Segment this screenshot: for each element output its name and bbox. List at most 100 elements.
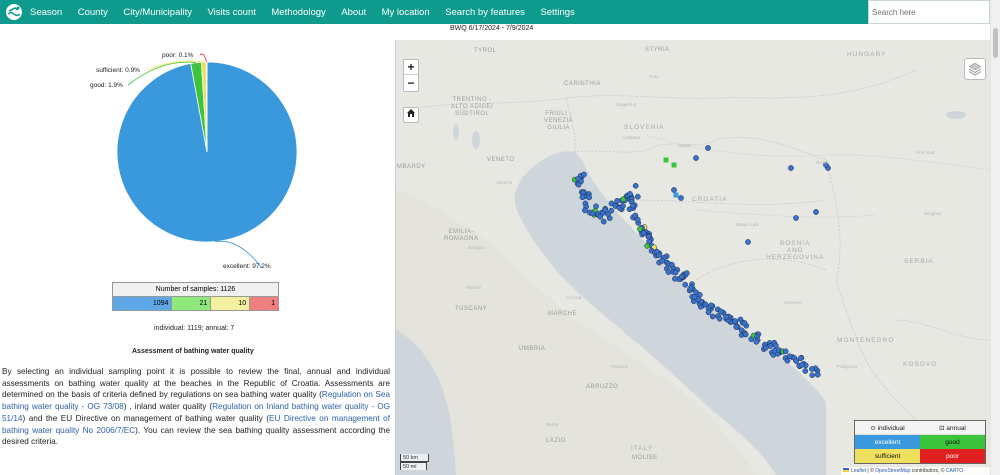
zoom-in-button[interactable]: + xyxy=(404,60,418,75)
sampling-point-marker[interactable] xyxy=(630,202,636,209)
sampling-point-marker[interactable] xyxy=(640,230,647,236)
sampling-point-marker[interactable] xyxy=(809,366,815,372)
sampling-point-marker[interactable] xyxy=(586,194,592,201)
sampling-point-marker[interactable] xyxy=(691,294,698,301)
annual-point-marker[interactable] xyxy=(673,192,679,198)
sampling-point-marker[interactable] xyxy=(745,239,751,245)
annual-point-marker[interactable] xyxy=(671,162,677,168)
sampling-point-marker[interactable] xyxy=(797,355,804,362)
sampling-point-marker[interactable] xyxy=(645,233,652,240)
samples-poor: 1 xyxy=(249,296,279,311)
region-emilia: EMILIA- ROMAGNA xyxy=(444,229,479,242)
sampling-point-marker[interactable] xyxy=(723,313,729,320)
nav-methodology[interactable]: Methodology xyxy=(271,7,325,18)
sampling-point-marker[interactable] xyxy=(741,320,748,326)
home-button[interactable] xyxy=(403,107,419,123)
legend-sufficient[interactable]: sufficient xyxy=(855,449,920,463)
region-molise: MOLISE xyxy=(632,455,658,461)
sampling-point-marker[interactable] xyxy=(646,238,653,245)
sampling-point-marker[interactable] xyxy=(788,165,794,171)
map-legend: ⊙ individual ⊡ annual excellent good suf… xyxy=(854,420,986,464)
sampling-point-marker[interactable] xyxy=(614,198,620,204)
sampling-point-marker[interactable] xyxy=(578,178,584,185)
sampling-point-marker[interactable] xyxy=(802,368,809,374)
sampling-point-marker[interactable] xyxy=(659,257,666,264)
sampling-point-marker[interactable] xyxy=(813,209,819,215)
legend-annual-toggle[interactable]: ⊡ annual xyxy=(920,421,985,435)
nav-visits-count[interactable]: Visits count xyxy=(207,7,255,18)
sampling-point-marker[interactable] xyxy=(742,331,749,338)
sampling-point-marker[interactable] xyxy=(708,302,714,309)
nav-city-municipality[interactable]: City/Municipality xyxy=(123,7,192,18)
sampling-point-marker[interactable] xyxy=(784,357,791,364)
sampling-point-marker[interactable] xyxy=(582,207,588,214)
attribution-sep-2: contributors, © xyxy=(910,468,946,474)
sampling-point-marker[interactable] xyxy=(637,226,643,232)
sampling-point-marker[interactable] xyxy=(705,145,711,151)
sampling-point-marker[interactable] xyxy=(678,273,685,280)
annual-point-marker[interactable] xyxy=(663,157,669,163)
sampling-point-marker[interactable] xyxy=(632,182,639,189)
sampling-point-marker[interactable] xyxy=(665,269,672,275)
search-input[interactable] xyxy=(868,0,990,24)
legend-excellent[interactable]: excellent xyxy=(855,435,920,449)
sampling-point-marker[interactable] xyxy=(579,194,586,201)
sampling-point-marker[interactable] xyxy=(620,203,626,209)
city-banja-luka: Banja Luka xyxy=(736,222,759,227)
nav-search-by-features[interactable]: Search by features xyxy=(445,7,525,18)
nav-season[interactable]: Season xyxy=(30,7,62,18)
sampling-point-marker[interactable] xyxy=(683,270,690,276)
legend-individual-toggle[interactable]: ⊙ individual xyxy=(855,421,920,435)
leaflet-link[interactable]: Leaflet xyxy=(851,468,866,474)
sampling-point-marker[interactable] xyxy=(718,308,724,315)
sampling-point-marker[interactable] xyxy=(782,348,789,355)
carto-link[interactable]: CARTO xyxy=(946,468,963,474)
legend-poor[interactable]: poor xyxy=(920,449,985,463)
sampling-point-marker[interactable] xyxy=(672,269,679,276)
page-scrollbar[interactable] xyxy=(990,0,1000,475)
sampling-point-marker[interactable] xyxy=(682,281,689,288)
pie-label-excellent: excellent: 97.2% xyxy=(223,263,271,270)
osm-link[interactable]: OpenStreetMap xyxy=(875,468,910,474)
layers-button[interactable] xyxy=(964,58,986,80)
nav-about[interactable]: About xyxy=(341,7,366,18)
sampling-point-marker[interactable] xyxy=(634,193,641,200)
pie-slice-poor[interactable] xyxy=(206,61,208,153)
sampling-point-marker[interactable] xyxy=(634,216,641,223)
sampling-point-marker[interactable] xyxy=(716,315,723,322)
sampling-point-marker[interactable] xyxy=(581,171,587,178)
swimmer-logo-icon[interactable] xyxy=(5,2,23,22)
sampling-point-marker[interactable] xyxy=(600,218,607,225)
sampling-point-marker[interactable] xyxy=(763,344,769,351)
sampling-point-marker[interactable] xyxy=(687,285,694,292)
zoom-out-button[interactable]: − xyxy=(404,76,418,91)
sampling-point-marker[interactable] xyxy=(671,187,677,193)
legend-good[interactable]: good xyxy=(920,435,985,449)
sampling-point-marker[interactable] xyxy=(593,203,599,210)
sampling-point-marker[interactable] xyxy=(809,372,816,379)
sampling-point-marker[interactable] xyxy=(655,252,662,259)
nav-my-location[interactable]: My location xyxy=(382,7,430,18)
sampling-point-marker[interactable] xyxy=(605,211,611,217)
sampling-point-marker[interactable] xyxy=(753,338,760,345)
sampling-point-marker[interactable] xyxy=(672,275,678,282)
sampling-point-marker[interactable] xyxy=(732,318,739,324)
sampling-point-marker[interactable] xyxy=(668,261,675,268)
nav-county[interactable]: County xyxy=(78,7,108,18)
sampling-point-marker[interactable] xyxy=(693,155,699,161)
sampling-point-marker[interactable] xyxy=(678,195,684,201)
nav-settings[interactable]: Settings xyxy=(540,7,574,18)
sampling-point-marker[interactable] xyxy=(589,210,596,217)
sampling-point-marker[interactable] xyxy=(733,324,740,330)
sampling-point-marker[interactable] xyxy=(793,215,799,221)
sampling-point-marker[interactable] xyxy=(702,301,709,308)
sampling-point-marker[interactable] xyxy=(709,313,716,320)
region-friuli: FRIULI - VENEZIA GIULIA xyxy=(544,111,574,131)
country-kosovo: KOSOVO xyxy=(903,361,938,368)
map-view[interactable]: TYROL STYRIA CARINTHIA TRENTINO - ALTO AD… xyxy=(395,40,990,475)
sampling-point-marker[interactable] xyxy=(814,371,821,378)
sampling-point-marker[interactable] xyxy=(627,191,633,197)
sampling-point-marker[interactable] xyxy=(799,361,805,368)
sampling-point-marker[interactable] xyxy=(705,309,712,316)
sampling-point-marker[interactable] xyxy=(772,342,779,349)
